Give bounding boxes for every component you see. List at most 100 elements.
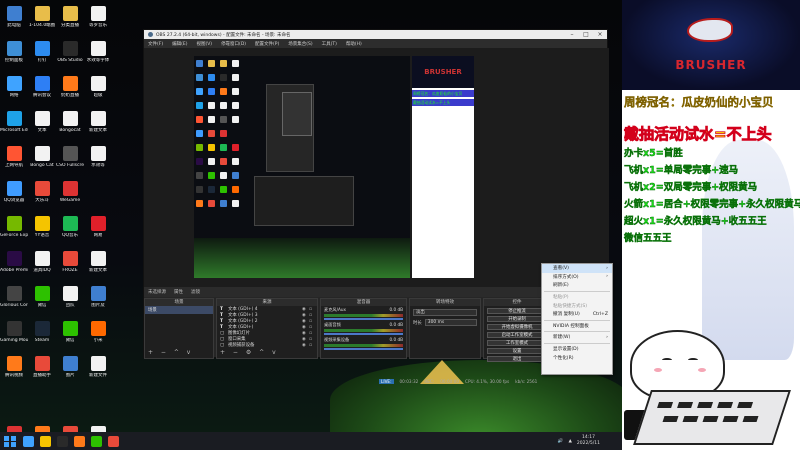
context-menu-item[interactable]: 刷新(E) <box>542 281 612 290</box>
lock-icon[interactable]: ▫ <box>309 331 314 336</box>
desktop-icon[interactable]: QQ浏览器 <box>0 179 28 214</box>
context-menu-item[interactable]: 新建(W) › <box>542 333 612 342</box>
control-button[interactable]: 设置 <box>487 348 547 354</box>
desktop-icon[interactable]: GeForce Experience <box>0 214 28 249</box>
scenes-toolbar[interactable]: + − ^ v <box>148 349 193 356</box>
context-menu-item[interactable]: 个性化(R) <box>542 353 612 362</box>
desktop-icon[interactable]: 等罗音乐 <box>84 4 112 39</box>
desktop-icon[interactable]: FROZE <box>56 249 84 284</box>
desktop-icon[interactable]: 图片及 <box>84 284 112 319</box>
scene-item[interactable]: 场景 <box>145 306 213 314</box>
desktop-icon[interactable]: Steam <box>28 319 56 354</box>
control-button[interactable]: 停止推流 <box>487 308 547 314</box>
dock-tab[interactable]: 属性 <box>174 289 183 295</box>
eye-icon[interactable]: ◉ <box>302 319 307 324</box>
desktop-icon[interactable]: 水效等字体 <box>84 39 112 74</box>
desktop-icon[interactable]: 此电脑 <box>0 4 28 39</box>
desktop-icon[interactable]: 微信 <box>56 319 84 354</box>
context-menu-item[interactable]: 显示设置(D) <box>542 345 612 354</box>
lock-icon[interactable]: ▫ <box>309 319 314 324</box>
desktop-icon[interactable]: CSO Fullscreen <box>56 144 84 179</box>
lock-icon[interactable]: ▫ <box>309 343 314 348</box>
desktop-icon[interactable]: 文字文档 <box>84 424 112 432</box>
volume-icon[interactable]: 🔊 <box>558 439 564 444</box>
eye-icon[interactable]: ◉ <box>302 307 307 312</box>
taskbar-app-icon[interactable] <box>74 435 85 447</box>
control-button[interactable]: 退出 <box>487 356 547 362</box>
desktop-icon[interactable]: 分类直播 <box>56 4 84 39</box>
context-menu-item[interactable]: 排序方式(O) › <box>542 273 612 282</box>
close-icon[interactable]: × <box>593 31 607 38</box>
desktop-icon[interactable]: 微信 <box>28 284 56 319</box>
duration-input[interactable]: 300 ms <box>424 319 477 326</box>
desktop-icon[interactable]: 钉钉 <box>28 39 56 74</box>
taskbar-app-icon[interactable] <box>91 435 102 447</box>
context-menu-item[interactable]: 撤消 复制(U) Ctrl+Z <box>542 310 612 319</box>
taskbar-app-icon[interactable] <box>108 435 119 447</box>
desktop[interactable]: 此电脑 1-104.0端图 分类直播 等罗音乐 控制面板 钉钉 OBS Studio 水效等字… <box>0 0 622 432</box>
volume-slider[interactable] <box>324 318 403 320</box>
minimize-icon[interactable]: – <box>565 31 579 38</box>
desktop-icon[interactable]: 道具IDQ <box>28 249 56 284</box>
menu-item[interactable]: 场景集合(S) <box>288 41 312 47</box>
desktop-icon[interactable]: 团队 <box>56 284 84 319</box>
menu-item[interactable]: 视图(V) <box>196 41 212 47</box>
desktop-icon[interactable]: 奶奶直播 <box>56 74 84 109</box>
control-button[interactable]: 启动工作室模式 <box>487 332 547 338</box>
desktop-icon[interactable]: 斗鱼直播伴侣 <box>28 424 56 432</box>
desktop-icon[interactable]: WPS Office <box>0 424 28 432</box>
eye-icon[interactable]: ◉ <box>302 337 307 342</box>
context-menu-item[interactable]: NVIDIA 控制面板 <box>542 322 612 331</box>
desktop-icon[interactable]: 文本 <box>28 109 56 144</box>
eye-icon[interactable]: ◉ <box>302 325 307 330</box>
start-button[interactable] <box>3 434 17 448</box>
desktop-icon[interactable]: 网络 <box>0 74 28 109</box>
obs-titlebar[interactable]: OBS 27.2.4 (64-bit, windows) - 配置文件: 未命名… <box>144 30 607 39</box>
menu-item[interactable]: 文件(F) <box>148 41 163 47</box>
menu-item[interactable]: 帮助(H) <box>346 41 362 47</box>
lock-icon[interactable]: ▫ <box>309 313 314 318</box>
lock-icon[interactable]: ▫ <box>309 325 314 330</box>
volume-slider[interactable] <box>324 333 403 335</box>
desktop-icon[interactable]: 新建文本 <box>84 109 112 144</box>
sources-toolbar[interactable]: + − ⚙ ^ v <box>220 349 279 356</box>
desktop-icon[interactable]: 超级 <box>84 74 112 109</box>
volume-slider[interactable] <box>324 348 403 350</box>
taskbar-app-icon[interactable] <box>40 435 51 447</box>
desktop-icon[interactable]: Glorious Core <box>0 284 28 319</box>
desktop-icon[interactable]: 上网导航 <box>0 144 28 179</box>
eye-icon[interactable]: ◉ <box>302 343 307 348</box>
desktop-icon[interactable]: 小米 <box>84 319 112 354</box>
control-button[interactable]: 开始虚拟摄像机 <box>487 324 547 330</box>
lock-icon[interactable]: ▫ <box>309 337 314 342</box>
desktop-icon[interactable]: 1-104.0端图 <box>28 4 56 39</box>
desktop-icon[interactable]: 新建文件 <box>84 354 112 389</box>
menu-item[interactable]: 配置文件(P) <box>255 41 279 47</box>
context-menu-item[interactable]: 查看(V) › <box>542 264 612 273</box>
menu-item[interactable]: 编辑(E) <box>172 41 187 47</box>
desktop-icon[interactable]: 控制面板 <box>0 39 28 74</box>
taskbar-app-icon[interactable] <box>23 435 34 447</box>
menu-item[interactable]: 工具(T) <box>322 41 337 47</box>
desktop-icon[interactable]: Adobe Premiere <box>0 249 28 284</box>
desktop-icon[interactable]: QQ音乐 <box>56 214 84 249</box>
desktop-icon[interactable]: WeGame <box>56 179 84 214</box>
desktop-icon[interactable]: 腾讯视频 <box>0 354 28 389</box>
desktop-icon[interactable]: 直播助手 <box>28 354 56 389</box>
control-button[interactable]: 工作室模式 <box>487 340 547 346</box>
source-item[interactable]: ▢ 视频捕获设备 ◉ ▫ <box>217 342 317 349</box>
desktop-icon[interactable]: 大乐斗 <box>28 179 56 214</box>
desktop-icon[interactable]: Bongocat <box>56 109 84 144</box>
maximize-icon[interactable]: □ <box>579 31 593 38</box>
desktop-icon[interactable]: Bongo Cat <box>28 144 56 179</box>
desktop-icon[interactable]: Gaming Mouse <box>0 319 28 354</box>
obs-window[interactable]: OBS 27.2.4 (64-bit, windows) - 配置文件: 未命名… <box>143 29 609 384</box>
desktop-icon[interactable]: 图片 <box>56 354 84 389</box>
obs-preview[interactable]: BRUSHER 周榜冠名：瓜皮奶仙的小宝贝 戴抽活动试水=不上头 <box>144 48 609 287</box>
desktop-icon[interactable]: 水效等 <box>84 144 112 179</box>
dock-tab[interactable]: 滤镜 <box>191 289 200 295</box>
desktop-icon[interactable]: 新建文本 <box>84 249 112 284</box>
network-icon[interactable]: ▲ <box>568 439 571 444</box>
desktop-icon[interactable]: wu <box>56 424 84 432</box>
clock[interactable]: 14:17 2022/5/11 <box>577 435 600 447</box>
